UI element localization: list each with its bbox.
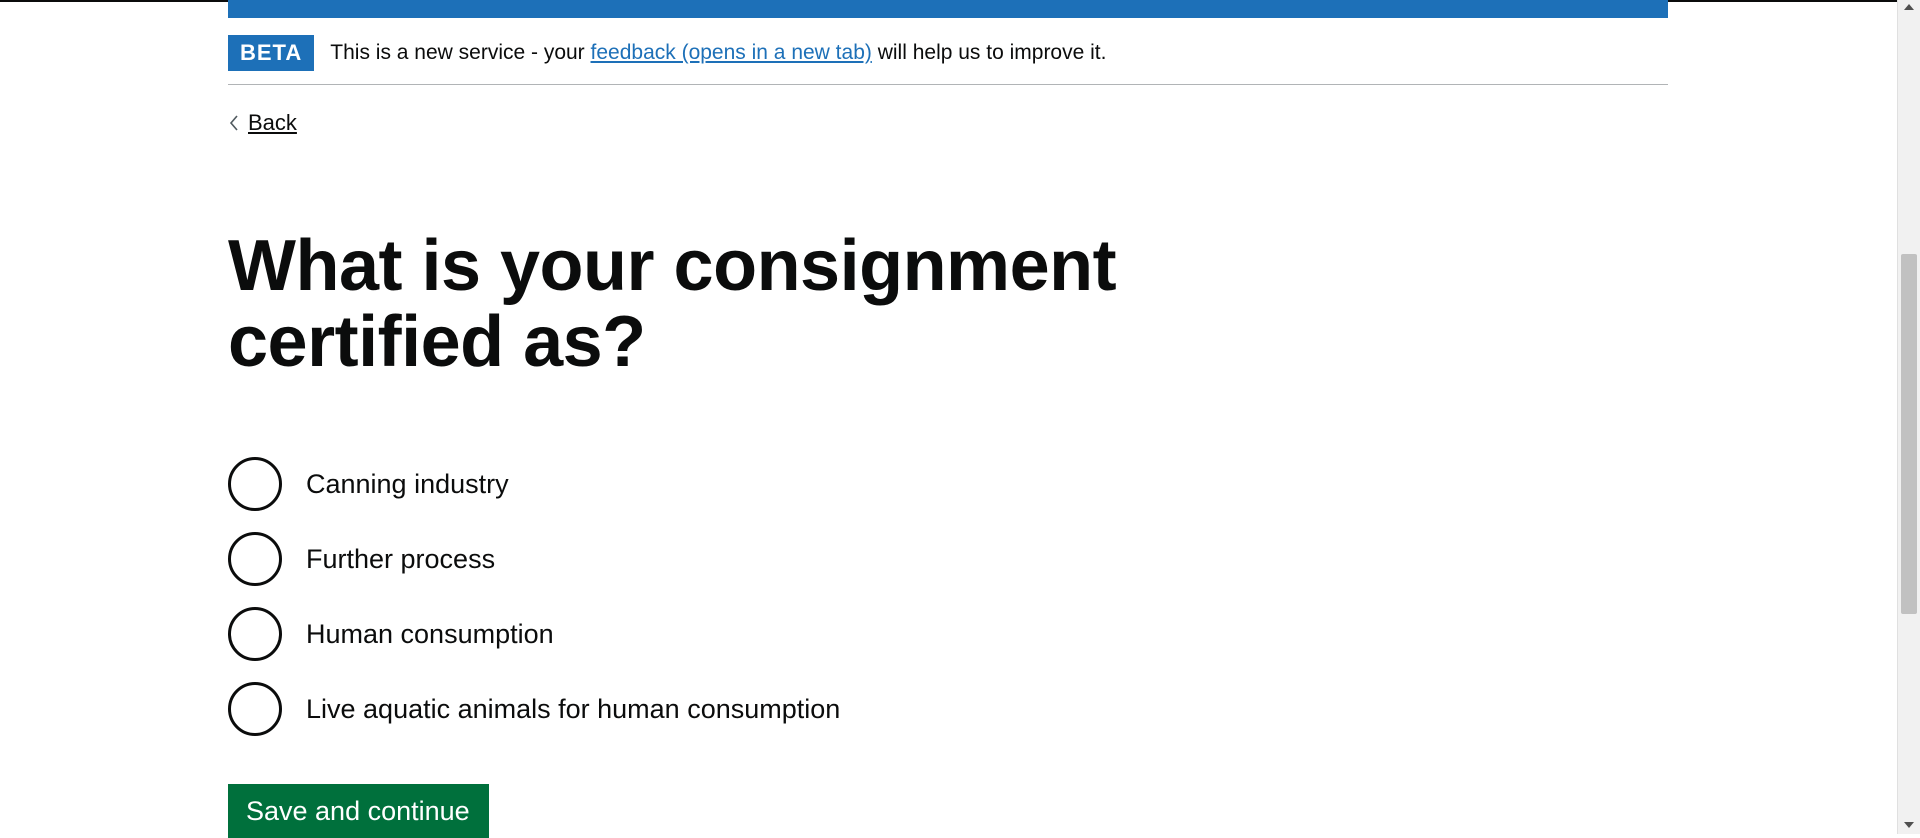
scroll-up-arrow-icon[interactable] (1904, 4, 1914, 10)
phase-banner: BETA This is a new service - your feedba… (228, 30, 1668, 85)
radio-label[interactable]: Live aquatic animals for human consumpti… (306, 693, 840, 725)
radio-option-live-aquatic-animals[interactable]: Live aquatic animals for human consumpti… (228, 679, 840, 739)
phase-banner-text: This is a new service - your feedback (o… (330, 40, 1106, 66)
radio-button[interactable] (228, 532, 282, 586)
radio-group: Canning industry Further process Human c… (228, 454, 840, 754)
feedback-link[interactable]: feedback (opens in a new tab) (591, 41, 872, 64)
radio-button[interactable] (228, 457, 282, 511)
vertical-scrollbar[interactable] (1897, 0, 1920, 834)
back-link-label: Back (248, 110, 297, 135)
radio-button[interactable] (228, 682, 282, 736)
radio-label[interactable]: Human consumption (306, 618, 554, 650)
radio-option-human-consumption[interactable]: Human consumption (228, 604, 840, 664)
chevron-left-icon (229, 115, 238, 131)
page-title: What is your consignment certified as? (228, 226, 1117, 382)
phase-text-after: will help us to improve it. (871, 41, 1107, 64)
phase-text-before: This is a new service - your (330, 41, 591, 64)
radio-label[interactable]: Further process (306, 543, 495, 575)
radio-button[interactable] (228, 607, 282, 661)
scroll-down-arrow-icon[interactable] (1904, 822, 1914, 828)
beta-tag: BETA (228, 35, 315, 71)
radio-label[interactable]: Canning industry (306, 468, 509, 500)
radio-option-canning-industry[interactable]: Canning industry (228, 454, 840, 514)
back-link[interactable]: Back (228, 110, 297, 136)
save-and-continue-button[interactable]: Save and continue (228, 784, 489, 838)
radio-option-further-process[interactable]: Further process (228, 529, 840, 589)
scrollbar-thumb[interactable] (1901, 254, 1917, 614)
header-blue-bar (228, 0, 1668, 18)
